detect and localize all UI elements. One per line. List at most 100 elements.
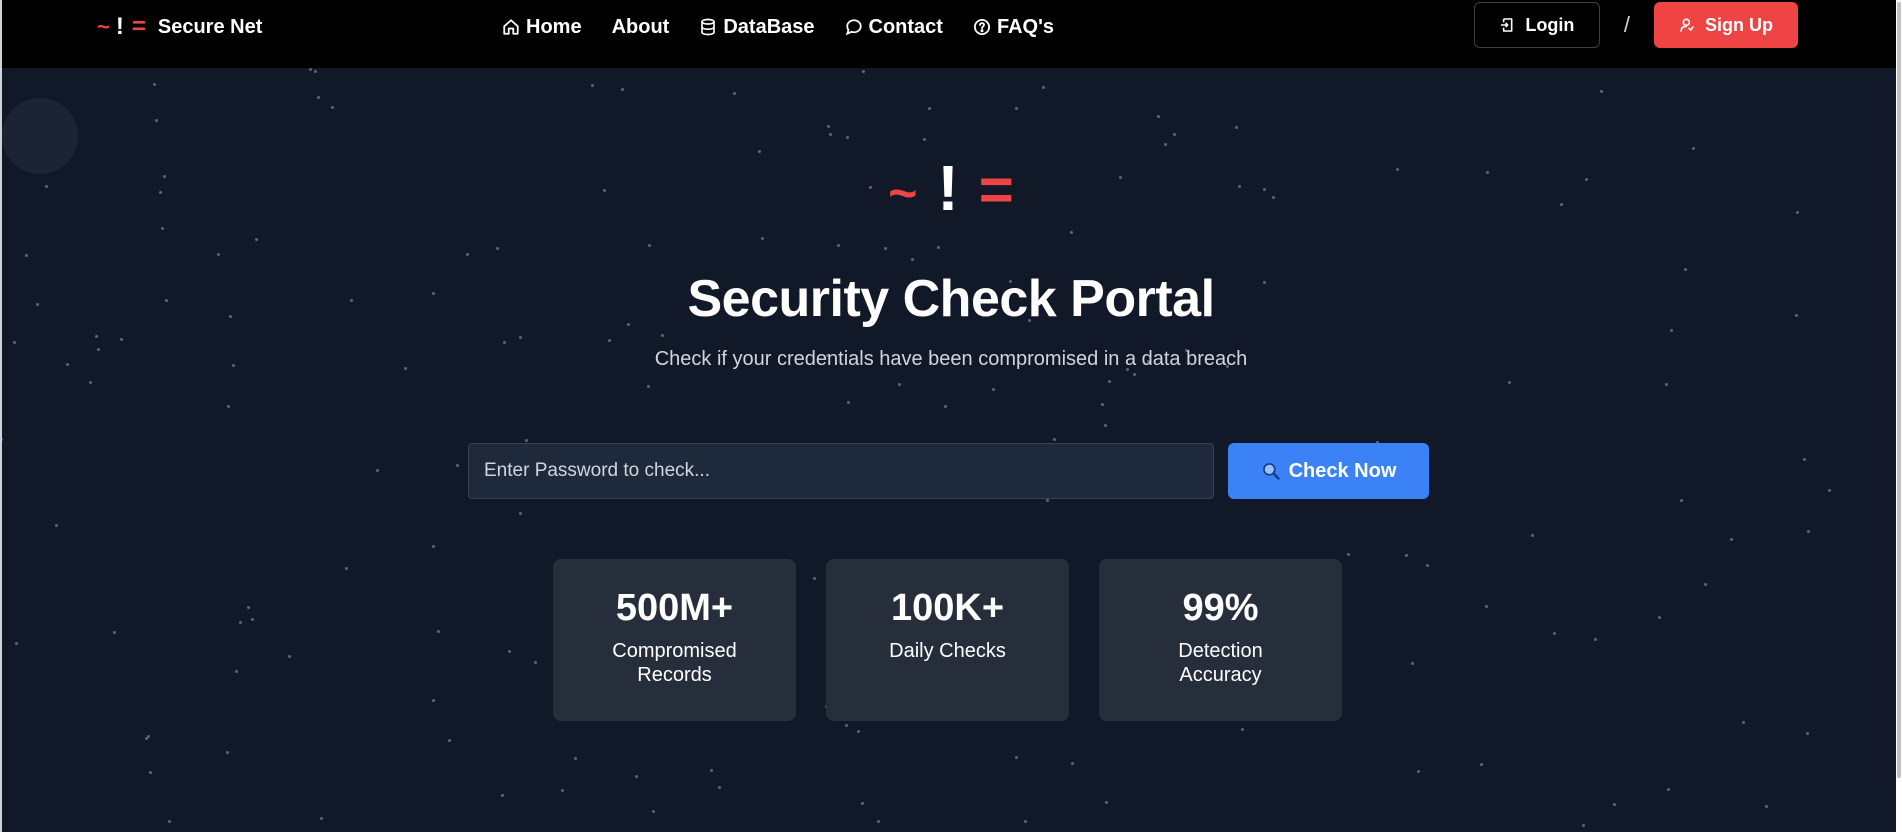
nav-faq[interactable]: FAQ's xyxy=(973,16,1054,39)
hero-logo-equals: = xyxy=(978,156,1014,223)
stat-value: 500M+ xyxy=(615,587,734,629)
star xyxy=(846,136,849,139)
star xyxy=(923,138,926,141)
star xyxy=(432,545,435,548)
login-label: Login xyxy=(1525,14,1575,35)
star xyxy=(153,83,156,86)
star xyxy=(1042,86,1045,89)
star xyxy=(1704,583,1707,586)
star xyxy=(1417,770,1420,773)
star xyxy=(621,88,624,91)
star xyxy=(317,96,320,99)
scrollbar-thumb[interactable] xyxy=(1897,2,1901,778)
star xyxy=(733,92,736,95)
star xyxy=(1108,380,1111,383)
password-input[interactable] xyxy=(468,443,1214,499)
star xyxy=(1730,538,1733,541)
star xyxy=(647,385,650,388)
star xyxy=(501,794,504,797)
nav-home[interactable]: Home xyxy=(502,16,582,39)
star xyxy=(496,247,499,250)
star xyxy=(937,246,940,249)
star xyxy=(1680,499,1683,502)
star xyxy=(1658,616,1661,619)
star xyxy=(168,820,171,823)
nav-contact[interactable]: Contact xyxy=(845,16,943,39)
star xyxy=(661,334,664,337)
star xyxy=(652,810,655,813)
star xyxy=(1426,564,1429,567)
star xyxy=(456,464,459,467)
star xyxy=(1806,732,1809,735)
brand[interactable]: ~ ! = Secure Net xyxy=(97,12,262,42)
check-now-label: Check Now xyxy=(1288,459,1397,482)
star xyxy=(1105,801,1108,804)
star xyxy=(1133,373,1136,376)
star xyxy=(1667,788,1670,791)
logo-equals: = xyxy=(131,13,146,40)
signup-button[interactable]: Sign Up xyxy=(1654,2,1798,48)
hero-logo-tilde: ~ xyxy=(888,165,918,221)
check-now-button[interactable]: Check Now xyxy=(1228,443,1429,499)
nav-about-label: About xyxy=(611,15,670,38)
star xyxy=(561,789,564,792)
star xyxy=(1104,424,1107,427)
logo-exclamation: ! xyxy=(115,13,124,40)
star xyxy=(95,335,98,338)
star xyxy=(145,737,148,740)
hero-section: ~ ! = Security Check Portal Check if you… xyxy=(0,68,1902,832)
nav-about[interactable]: About xyxy=(612,16,670,39)
login-button[interactable]: Login xyxy=(1473,2,1600,48)
star xyxy=(861,802,864,805)
star xyxy=(525,439,528,442)
stat-value: 99% xyxy=(1182,587,1259,629)
star xyxy=(758,150,761,153)
star xyxy=(320,817,323,820)
password-check-form: Check Now xyxy=(468,443,1429,499)
auth-buttons: Login / Sign Up xyxy=(1473,2,1798,48)
star xyxy=(1157,115,1160,118)
star xyxy=(466,253,469,256)
star xyxy=(608,339,611,342)
home-icon xyxy=(503,19,519,35)
brand-name: Secure Net xyxy=(157,15,263,38)
star xyxy=(1665,383,1668,386)
star xyxy=(309,68,312,71)
star xyxy=(1046,499,1049,502)
navbar: ~ ! = Secure Net Home About DataBase Con… xyxy=(0,0,1902,68)
star xyxy=(288,655,291,658)
star xyxy=(944,405,947,408)
login-icon xyxy=(1501,18,1513,32)
star xyxy=(239,621,242,624)
stat-label: Daily Checks xyxy=(889,640,1006,662)
logo-tilde: ~ xyxy=(97,14,110,39)
nav-database-label: DataBase xyxy=(723,15,815,38)
star xyxy=(255,238,258,241)
star xyxy=(1594,638,1597,641)
star xyxy=(1173,133,1176,136)
window-edge xyxy=(0,0,2,832)
star xyxy=(345,567,348,570)
star xyxy=(1670,329,1673,332)
star xyxy=(1508,381,1511,384)
star xyxy=(928,107,931,110)
star xyxy=(857,730,860,733)
star xyxy=(1582,824,1585,827)
star xyxy=(1070,231,1073,234)
star xyxy=(1828,489,1831,492)
nav-faq-label: FAQ's xyxy=(996,15,1054,38)
signup-label: Sign Up xyxy=(1705,14,1773,35)
star xyxy=(877,820,880,823)
star xyxy=(591,84,594,87)
nav-database[interactable]: DataBase xyxy=(699,15,815,39)
star xyxy=(574,757,577,760)
star xyxy=(217,253,220,256)
star xyxy=(1613,803,1616,806)
vertical-scrollbar[interactable] xyxy=(1896,0,1902,832)
star xyxy=(1024,820,1027,823)
star xyxy=(113,631,116,634)
star xyxy=(862,70,865,73)
star xyxy=(648,244,651,247)
star xyxy=(314,70,317,73)
star xyxy=(13,341,16,344)
